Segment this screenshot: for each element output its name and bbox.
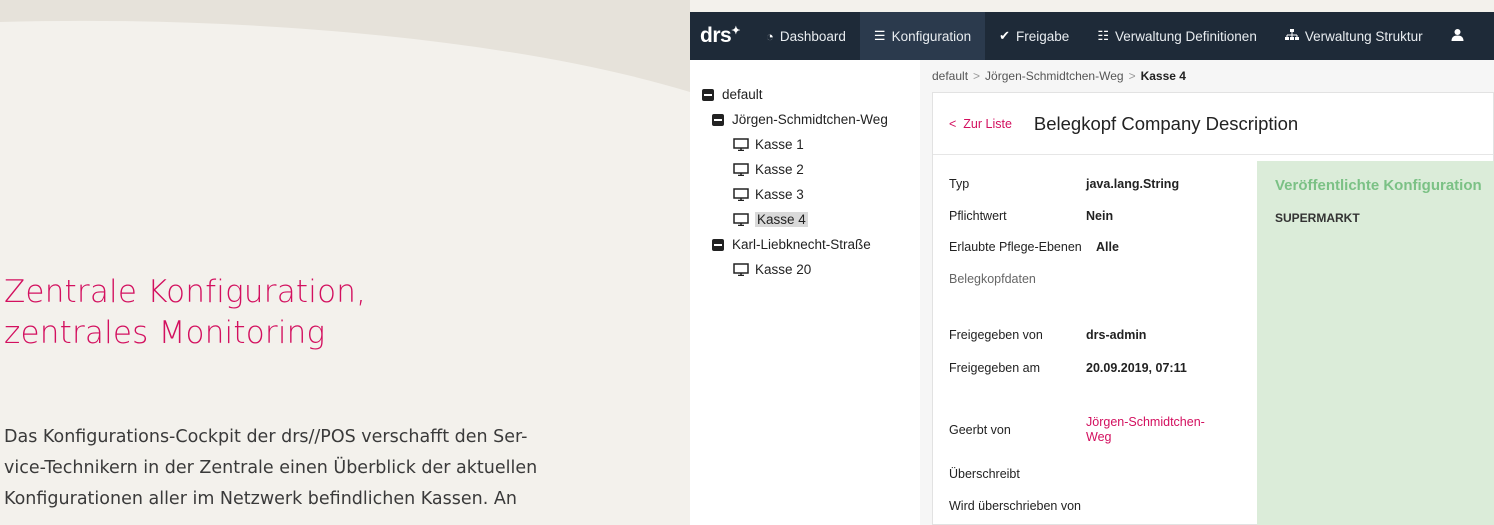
detail-area: default > Jörgen-Schmidtchen-Weg > Kasse 4 <… xyxy=(920,60,1494,525)
monitor-icon xyxy=(733,213,749,226)
tree-node-label: default xyxy=(722,87,763,102)
tree-node-label: Kasse 20 xyxy=(755,262,812,277)
nav-freigabe[interactable]: ✔ Freigabe xyxy=(985,12,1083,60)
nav-konfiguration-label: Konfiguration xyxy=(891,28,972,44)
prop-key: Freigegeben am xyxy=(949,361,1041,375)
prop-key: Erlaubte Pflege-Ebenen xyxy=(949,240,1082,254)
tree-node-label: Jörgen-Schmidtchen-Weg xyxy=(732,112,888,127)
nav-verwaltung-definitionen[interactable]: ☷ Verwaltung Definitionen xyxy=(1083,12,1271,60)
tree-node-default[interactable]: default xyxy=(690,82,920,107)
check-icon: ✔ xyxy=(999,28,1011,43)
chevron-left-icon: < xyxy=(949,116,957,131)
user-icon xyxy=(1451,28,1464,44)
monitor-icon xyxy=(733,263,749,276)
monitor-icon xyxy=(733,138,749,151)
detail-card: < Zur Liste Belegkopf Company Descriptio… xyxy=(932,92,1494,525)
dashboard-icon: ◔ xyxy=(766,28,774,44)
intro-line-2: vice-Technikern in der Zentrale einen Üb… xyxy=(4,458,538,478)
breadcrumb: default > Jörgen-Schmidtchen-Weg > Kasse 4 xyxy=(920,60,1494,92)
tree-node-label: Kasse 2 xyxy=(755,162,804,177)
nav-user[interactable] xyxy=(1437,12,1470,60)
nav-dashboard[interactable]: ◔ Dashboard xyxy=(752,12,860,60)
prop-key: Wird überschrieben von xyxy=(949,499,1082,513)
prop-value: java.lang.String xyxy=(1086,177,1180,191)
tree-node-kasse-1[interactable]: Kasse 1 xyxy=(690,132,920,157)
detail-title: Belegkopf Company Description xyxy=(1033,112,1299,134)
tree-node-karl-liebknecht-strasse[interactable]: Karl-Liebknecht-Straße xyxy=(690,232,920,257)
tree-node-kasse-2[interactable]: Kasse 2 xyxy=(690,157,920,182)
prop-key: Freigegeben von xyxy=(949,328,1043,342)
nav-dashboard-label: Dashboard xyxy=(779,28,846,44)
breadcrumb-item[interactable]: Jörgen-Schmidtchen-Weg xyxy=(985,69,1124,83)
sliders-icon: ☰ xyxy=(873,28,886,43)
tree-node-label-selected: Kasse 4 xyxy=(755,212,808,227)
collapse-icon[interactable] xyxy=(712,113,724,126)
drs-logo[interactable]: drs✦ xyxy=(690,24,752,48)
breadcrumb-current: Kasse 4 xyxy=(1140,69,1186,83)
published-config-panel: Veröffentlichte Konfiguration SUPERMARKT xyxy=(1257,161,1494,525)
sitemap-icon xyxy=(1284,28,1299,44)
inherited-from-link[interactable]: Jörgen-Schmidtchen-Weg xyxy=(1086,415,1216,445)
prop-key: Belegkopfdaten xyxy=(949,272,1036,286)
back-to-list-link[interactable]: < Zur Liste xyxy=(949,117,1012,131)
prop-value: 20.09.2019, 07:11 xyxy=(1086,361,1187,375)
prop-value: Nein xyxy=(1086,209,1114,223)
nav-konfiguration[interactable]: ☰ Konfiguration xyxy=(859,12,986,60)
published-config-value: SUPERMARKT xyxy=(1275,211,1360,225)
detail-card-header: < Zur Liste Belegkopf Company Descriptio… xyxy=(933,93,1493,155)
headline-line-2: zentrales Monitoring xyxy=(4,315,326,351)
monitor-icon xyxy=(733,163,749,176)
tree-node-kasse-20[interactable]: Kasse 20 xyxy=(690,257,920,282)
prop-key: Typ xyxy=(949,177,970,191)
page-headline: Zentrale Konfiguration, zentrales Monito… xyxy=(4,272,366,354)
intro-line-1: Das Konfigurations-Cockpit der drs//POS … xyxy=(4,427,528,447)
nav-verwaltung-definitionen-label: Verwaltung Definitionen xyxy=(1114,28,1257,44)
prop-value: drs-admin xyxy=(1086,328,1147,342)
tree-node-label: Kasse 1 xyxy=(755,137,804,152)
breadcrumb-separator: > xyxy=(973,69,981,83)
tree-node-kasse-4[interactable]: Kasse 4 xyxy=(690,207,920,232)
nav-verwaltung-struktur-label: Verwaltung Struktur xyxy=(1304,28,1423,44)
nav-freigabe-label: Freigabe xyxy=(1016,28,1070,44)
back-link-label: Zur Liste xyxy=(963,116,1012,131)
prop-key: Pflichtwert xyxy=(949,209,1007,223)
collapse-icon[interactable] xyxy=(712,238,724,251)
app-screenshot: drs✦ ◔ Dashboard ☰ Konfiguration ✔ Freig… xyxy=(690,12,1494,525)
nav-verwaltung-struktur[interactable]: Verwaltung Struktur xyxy=(1271,12,1437,60)
published-config-title: Veröffentlichte Konfiguration xyxy=(1275,177,1482,194)
tree-node-joergen-schmidtchen-weg[interactable]: Jörgen-Schmidtchen-Weg xyxy=(690,107,920,132)
headline-line-1: Zentrale Konfiguration, xyxy=(4,274,367,310)
prop-key: Überschreibt xyxy=(949,467,1020,481)
prop-value: Alle xyxy=(1096,240,1119,254)
tree-node-kasse-3[interactable]: Kasse 3 xyxy=(690,182,920,207)
intro-line-3: Konfigurationen aller im Netzwerk befind… xyxy=(4,489,517,509)
monitor-icon xyxy=(733,188,749,201)
prop-key: Geerbt von xyxy=(949,423,1011,437)
breadcrumb-item[interactable]: default xyxy=(932,69,968,83)
tree-node-label: Kasse 3 xyxy=(755,187,804,202)
location-tree: default Jörgen-Schmidtchen-Weg Kasse 1 K… xyxy=(690,60,920,525)
list-icon: ☷ xyxy=(1097,28,1109,43)
top-navbar: drs✦ ◔ Dashboard ☰ Konfiguration ✔ Freig… xyxy=(690,12,1494,60)
breadcrumb-separator: > xyxy=(1128,69,1136,83)
collapse-icon[interactable] xyxy=(702,88,714,101)
tree-node-label: Karl-Liebknecht-Straße xyxy=(732,237,871,252)
intro-paragraph: Das Konfigurations-Cockpit der drs//POS … xyxy=(4,422,644,515)
